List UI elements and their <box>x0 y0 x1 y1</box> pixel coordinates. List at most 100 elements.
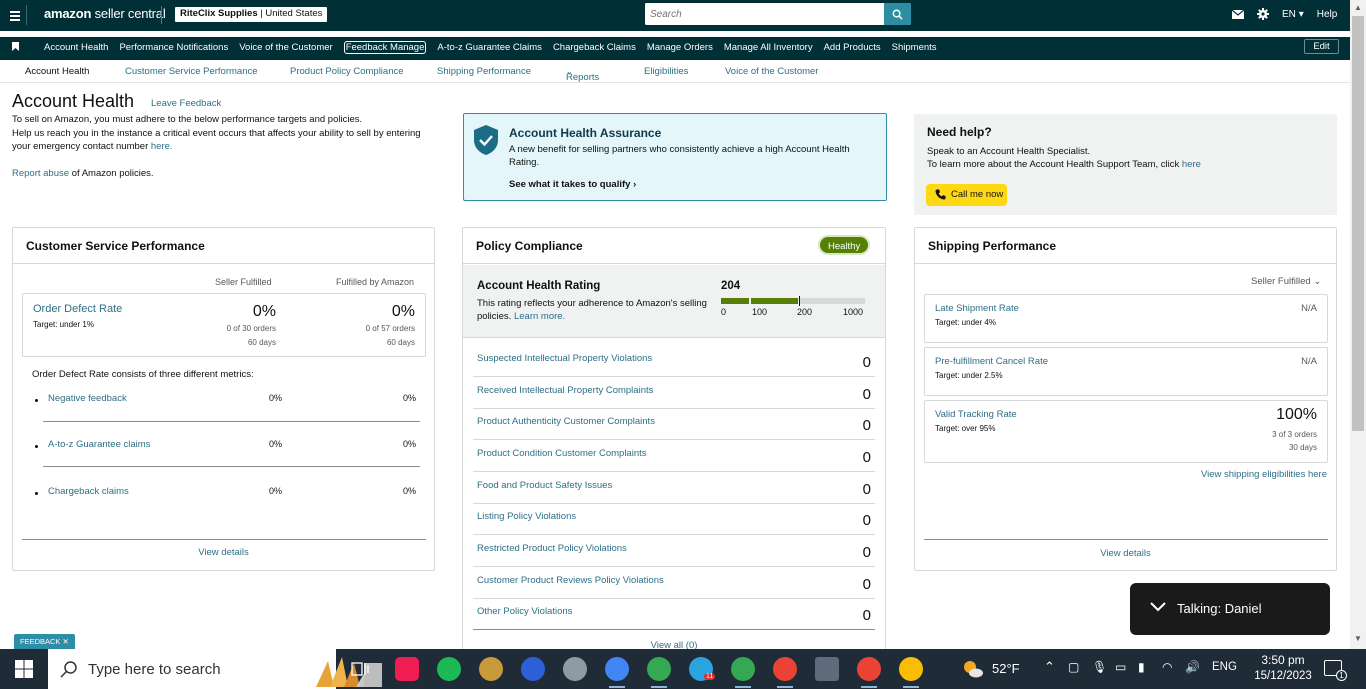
device-icon[interactable]: ▢ <box>1068 660 1079 674</box>
policy-row-link[interactable]: Suspected Intellectual Property Violatio… <box>477 353 652 364</box>
policy-row: Listing Policy Violations 0 <box>473 503 875 535</box>
language-selector[interactable]: EN ▾ <box>1282 9 1304 20</box>
zoom-app-icon[interactable] <box>521 657 545 681</box>
microphone-icon[interactable]: 🎙 <box>1092 660 1107 674</box>
wifi-icon[interactable]: ◠ <box>1162 660 1172 674</box>
task-view-icon[interactable] <box>351 661 369 677</box>
policy-row-count: 0 <box>862 576 871 593</box>
valid-tracking-rate-link[interactable]: Valid Tracking Rate <box>935 409 1017 420</box>
chevron-down-icon[interactable] <box>1150 602 1166 612</box>
tab-account-health[interactable]: Account Health <box>25 66 89 77</box>
chevron-up-icon[interactable]: ⌃ <box>1044 659 1055 675</box>
call-me-now-label: Call me now <box>951 189 1004 200</box>
nav-item-manage-inventory[interactable]: Manage All Inventory <box>724 42 813 54</box>
close-icon[interactable]: ✕ <box>63 637 69 646</box>
metric-fba-value: 0% <box>403 439 417 449</box>
report-abuse-link[interactable]: Report abuse <box>12 168 69 179</box>
policy-row-link[interactable]: Received Intellectual Property Complaint… <box>477 385 653 396</box>
policy-row-link[interactable]: Product Condition Customer Complaints <box>477 448 647 459</box>
page-scrollbar[interactable]: ▲ ▼ <box>1350 0 1366 649</box>
search-button[interactable] <box>884 3 911 25</box>
tab-customer-service-performance[interactable]: Customer Service Performance <box>125 66 258 77</box>
chrome-profile-icon[interactable] <box>773 657 797 681</box>
nav-item-account-health[interactable]: Account Health <box>44 42 108 54</box>
chargeback-claims-link[interactable]: Chargeback claims <box>48 486 129 497</box>
a-to-z-claims-link[interactable]: A-to-z Guarantee claims <box>48 439 150 450</box>
chrome-profile-icon[interactable] <box>899 657 923 681</box>
scroll-thumb[interactable] <box>1352 16 1364 431</box>
temperature[interactable]: 52°F <box>992 661 1020 676</box>
display-icon[interactable]: ▭ <box>1115 660 1126 674</box>
chrome-profile-icon[interactable] <box>731 657 755 681</box>
chrome-profile-icon[interactable] <box>857 657 881 681</box>
seller-central-logo[interactable]: amazon seller central <box>44 6 166 21</box>
nav-item-performance-notifications[interactable]: Performance Notifications <box>119 42 228 54</box>
nav-item-a-to-z-claims[interactable]: A-to-z Guarantee Claims <box>437 42 542 54</box>
feedback-tab[interactable]: FEEDBACK ✕ <box>14 634 75 649</box>
search-input[interactable] <box>645 3 884 25</box>
volume-icon[interactable]: 🔊 <box>1185 660 1200 674</box>
shipping-view-details-link[interactable]: View details <box>915 548 1336 559</box>
mail-icon[interactable] <box>1232 9 1244 19</box>
ahr-learn-more-link[interactable]: Learn more. <box>514 311 565 322</box>
policy-row-link[interactable]: Other Policy Violations <box>477 606 572 617</box>
fulfillment-dropdown[interactable]: Seller Fulfilled ⌄ <box>1251 276 1321 287</box>
hamburger-menu-icon[interactable] <box>5 5 27 25</box>
scroll-down-icon[interactable]: ▼ <box>1354 634 1362 643</box>
tab-reports[interactable]: Reports ⌄ <box>566 66 599 83</box>
order-defect-rate-link[interactable]: Order Defect Rate <box>33 303 122 315</box>
nav-item-feedback-manager[interactable]: Feedback Manage <box>343 41 427 54</box>
support-team-link[interactable]: here <box>1182 159 1201 170</box>
nav-item-add-products[interactable]: Add Products <box>824 42 881 54</box>
csp-view-details-link[interactable]: View details <box>13 547 434 558</box>
clock-date[interactable]: 15/12/2023 <box>1250 670 1316 682</box>
edit-button[interactable]: Edit <box>1304 39 1339 54</box>
bookmark-icon[interactable] <box>12 42 19 51</box>
help-title: Need help? <box>927 125 992 139</box>
tab-eligibilities[interactable]: Eligibilities <box>644 66 688 77</box>
spotify-app-icon[interactable] <box>437 657 461 681</box>
call-me-now-button[interactable]: Call me now <box>926 184 1007 206</box>
see-what-it-takes-link[interactable]: See what it takes to qualify › <box>509 179 636 190</box>
chrome-app-icon[interactable] <box>605 657 629 681</box>
tab-shipping-performance[interactable]: Shipping Performance <box>437 66 531 77</box>
help-link[interactable]: Help <box>1317 9 1338 20</box>
app-icon[interactable] <box>479 657 503 681</box>
tiktok-app-icon[interactable] <box>395 657 419 681</box>
card-header: Policy Compliance Healthy <box>463 228 885 264</box>
policy-row-link[interactable]: Listing Policy Violations <box>477 511 576 522</box>
weather-icon[interactable] <box>962 659 984 679</box>
emergency-contact-link[interactable]: here. <box>151 141 173 152</box>
late-shipment-rate-link[interactable]: Late Shipment Rate <box>935 303 1019 314</box>
tab-product-policy-compliance[interactable]: Product Policy Compliance <box>290 66 404 77</box>
policy-row-link[interactable]: Food and Product Safety Issues <box>477 480 612 491</box>
policy-row-link[interactable]: Customer Product Reviews Policy Violatio… <box>477 575 664 586</box>
nav-item-voice-of-customer[interactable]: Voice of the Customer <box>239 42 332 54</box>
policy-row-link[interactable]: Restricted Product Policy Violations <box>477 543 627 554</box>
chrome-profile-icon[interactable] <box>647 657 671 681</box>
input-language[interactable]: ENG <box>1212 661 1237 673</box>
nav-item-shipments[interactable]: Shipments <box>892 42 937 54</box>
battery-icon[interactable]: ▮ <box>1138 660 1145 674</box>
snipping-tool-icon[interactable] <box>563 657 587 681</box>
search-icon <box>60 661 77 678</box>
taskbar-search-box[interactable]: Type here to search <box>48 649 382 689</box>
language-label: EN <box>1282 8 1296 20</box>
windows-start-icon[interactable] <box>15 660 33 678</box>
talking-toast[interactable]: Talking: Daniel <box>1130 583 1330 635</box>
store-selector[interactable]: RiteClix Supplies | United States <box>175 7 328 22</box>
gear-icon[interactable] <box>1257 8 1269 20</box>
cancel-rate-link[interactable]: Pre-fulfillment Cancel Rate <box>935 356 1048 367</box>
scroll-up-icon[interactable]: ▲ <box>1354 3 1362 12</box>
clock-time[interactable]: 3:50 pm <box>1253 653 1313 667</box>
nav-item-chargeback-claims[interactable]: Chargeback Claims <box>553 42 636 54</box>
nav-item-manage-orders[interactable]: Manage Orders <box>647 42 713 54</box>
policy-row-link[interactable]: Product Authenticity Customer Complaints <box>477 416 655 427</box>
odr-target: Target: under 1% <box>33 320 94 329</box>
notifications-icon[interactable]: 1 <box>1324 660 1347 681</box>
tab-voice-of-customer[interactable]: Voice of the Customer <box>725 66 818 77</box>
calculator-app-icon[interactable] <box>815 657 839 681</box>
leave-feedback-link[interactable]: Leave Feedback <box>151 98 221 109</box>
shipping-eligibilities-link[interactable]: View shipping eligibilities here <box>1201 469 1327 480</box>
negative-feedback-link[interactable]: Negative feedback <box>48 393 127 404</box>
